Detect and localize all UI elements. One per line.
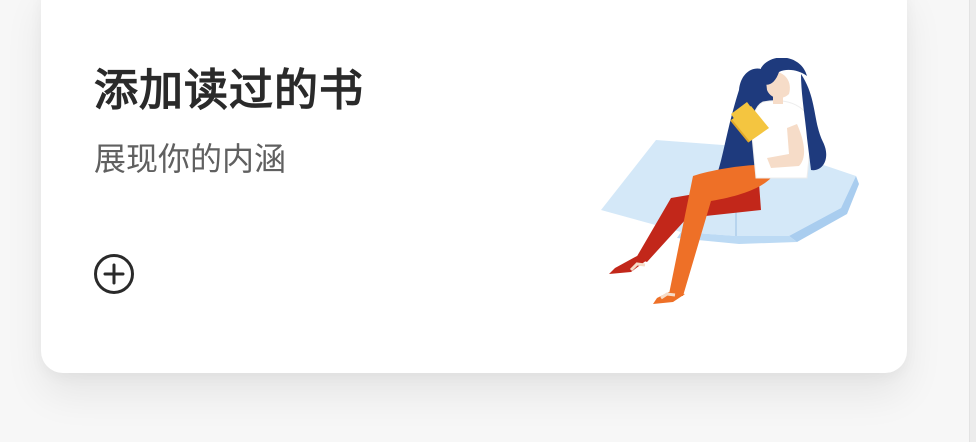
add-book-button[interactable] xyxy=(93,253,135,295)
add-read-books-card[interactable]: 添加读过的书 展现你的内涵 xyxy=(41,0,907,373)
reading-woman-illustration xyxy=(601,58,859,304)
page: 添加读过的书 展现你的内涵 xyxy=(0,0,976,442)
scroll-edge xyxy=(969,0,976,442)
plus-circle-icon xyxy=(94,254,134,294)
card-subtitle: 展现你的内涵 xyxy=(94,140,287,178)
card-title: 添加读过的书 xyxy=(94,65,364,116)
